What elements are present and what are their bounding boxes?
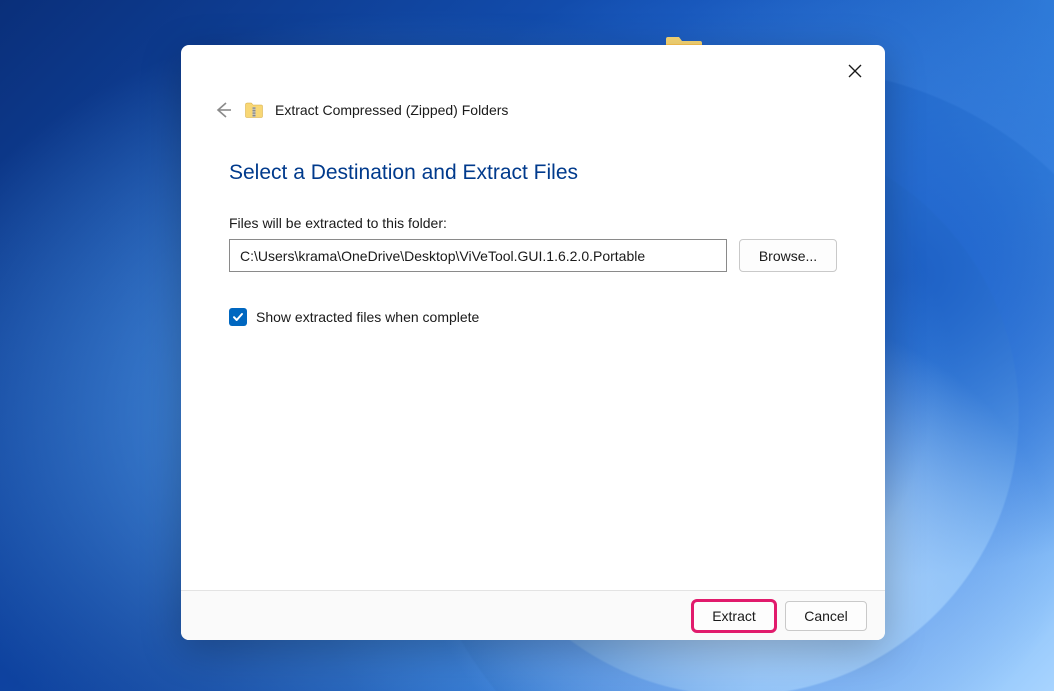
dialog-title: Extract Compressed (Zipped) Folders — [275, 102, 508, 118]
close-button[interactable] — [833, 53, 877, 89]
destination-label: Files will be extracted to this folder: — [229, 215, 837, 231]
extract-button[interactable]: Extract — [693, 601, 775, 631]
back-arrow-icon — [211, 99, 233, 121]
dialog-body: Select a Destination and Extract Files F… — [181, 123, 885, 590]
show-files-checkbox-row: Show extracted files when complete — [229, 308, 837, 326]
destination-row: Browse... — [229, 239, 837, 272]
show-files-checkbox[interactable] — [229, 308, 247, 326]
browse-button[interactable]: Browse... — [739, 239, 837, 272]
zip-folder-icon — [245, 102, 263, 118]
destination-path-input[interactable] — [229, 239, 727, 272]
dialog-footer: Extract Cancel — [181, 590, 885, 640]
checkmark-icon — [232, 311, 244, 323]
page-heading: Select a Destination and Extract Files — [229, 161, 837, 185]
back-button[interactable] — [211, 99, 233, 121]
extract-dialog: Extract Compressed (Zipped) Folders Sele… — [181, 45, 885, 640]
dialog-header: Extract Compressed (Zipped) Folders — [181, 45, 885, 123]
close-icon — [848, 64, 862, 78]
show-files-checkbox-label[interactable]: Show extracted files when complete — [256, 309, 479, 325]
cancel-button[interactable]: Cancel — [785, 601, 867, 631]
